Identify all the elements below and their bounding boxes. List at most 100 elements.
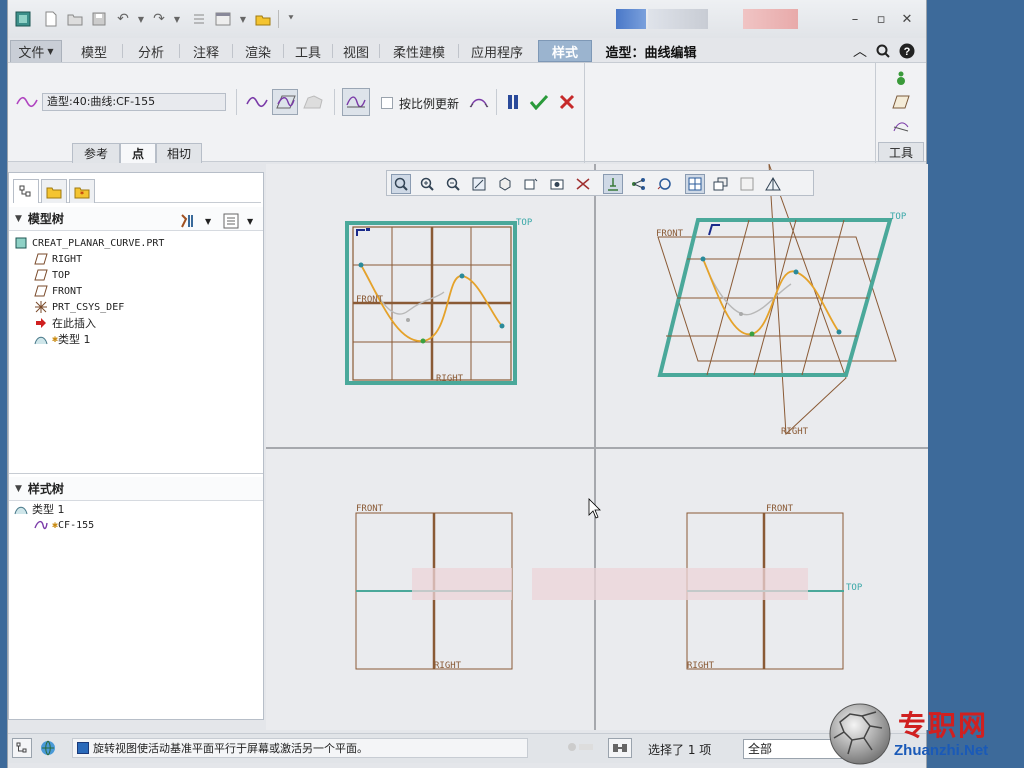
viewport-top-right[interactable]: TOP FRONT RIGHT	[656, 164, 907, 437]
tab-view[interactable]: 视图	[333, 40, 379, 62]
tree-item-style[interactable]: ✱ 类型 1	[33, 331, 91, 347]
pause-icon[interactable]	[500, 89, 526, 115]
collapse-triangle-icon[interactable]: ▼	[15, 214, 22, 224]
viewport-bottom-right[interactable]: FRONT TOP RIGHT	[532, 504, 863, 671]
tab-model[interactable]: 模型	[66, 40, 122, 62]
search-icon[interactable]	[874, 42, 892, 60]
show-dropdown-icon[interactable]: ▼	[247, 211, 253, 231]
style-tree-item-style[interactable]: 类型 1	[13, 501, 65, 517]
shade-icon[interactable]	[892, 69, 910, 87]
surface-tool-icon[interactable]	[892, 117, 910, 135]
display-style-icon[interactable]	[547, 174, 567, 194]
tab-annotate[interactable]: 注释	[180, 40, 232, 62]
tree-settings-icon[interactable]	[179, 211, 199, 231]
tree-item-part[interactable]: CREAT_PLANAR_CURVE.PRT	[13, 235, 164, 251]
panel-divider[interactable]	[9, 473, 263, 474]
minimize-icon[interactable]: –	[846, 10, 864, 28]
maximize-icon[interactable]: ▫	[872, 10, 890, 28]
collapse-ribbon-icon[interactable]: ︿	[851, 42, 869, 60]
graphics-window[interactable]: TOP FRONT RIGHT TOP FRONT RIGHT FRONT RI…	[266, 164, 928, 730]
tab-tools[interactable]: 工具	[284, 40, 332, 62]
tab-curve-edit[interactable]: 造型：曲线编辑	[596, 40, 706, 62]
style-tree-header[interactable]: ▼ 样式树	[9, 477, 263, 501]
tree-item-right[interactable]: RIGHT	[33, 251, 82, 267]
redo-icon[interactable]: ↷	[150, 10, 168, 28]
tab-render[interactable]: 渲染	[233, 40, 283, 62]
subtab-references[interactable]: 参考	[72, 143, 120, 163]
proportional-update-checkbox[interactable]	[381, 97, 393, 109]
graphics-toolbar	[386, 170, 814, 196]
point-display-icon[interactable]	[629, 174, 649, 194]
undo-icon[interactable]: ↶	[114, 10, 132, 28]
four-views-icon[interactable]	[685, 174, 705, 194]
close-window-icon[interactable]	[254, 10, 272, 28]
tree-item-csys[interactable]: PRT_CSYS_DEF	[33, 299, 124, 315]
help-icon[interactable]: ?	[898, 42, 916, 60]
customize-toolbar-icon[interactable]: ⯆	[282, 10, 300, 28]
smart-select-icon[interactable]	[608, 738, 632, 758]
subtab-tangency[interactable]: 相切	[156, 143, 202, 163]
edited-curve-iso[interactable]	[702, 258, 840, 335]
redo-dropdown-icon[interactable]: ▼	[168, 10, 186, 28]
plane-tool-icon[interactable]	[892, 93, 910, 111]
curve-options-icon[interactable]	[466, 89, 492, 115]
curvature-icon[interactable]	[342, 88, 370, 116]
app-logo-icon[interactable]	[14, 10, 32, 28]
active-plane-orientation-icon[interactable]	[603, 174, 623, 194]
tab-file[interactable]: 文件 ▼	[10, 40, 62, 62]
undo-dropdown-icon[interactable]: ▼	[132, 10, 150, 28]
new-file-icon[interactable]	[42, 10, 60, 28]
datum-plane-icon	[33, 268, 49, 282]
cos-curve-icon[interactable]	[300, 89, 326, 115]
tree-item-insert-here[interactable]: 在此插入	[33, 315, 96, 331]
tools-label[interactable]: 工具	[878, 142, 924, 162]
folder-browser-tab-icon[interactable]	[41, 179, 67, 203]
viewport-top-left[interactable]: TOP FRONT RIGHT	[345, 218, 533, 385]
accept-icon[interactable]	[526, 89, 552, 115]
view-manager-icon[interactable]	[521, 174, 541, 194]
windows-icon[interactable]	[214, 10, 232, 28]
zoom-out-icon[interactable]	[443, 174, 463, 194]
tree-item-label: RIGHT	[52, 253, 83, 265]
curve-name-field[interactable]: 造型:40:曲线:CF-155	[42, 93, 226, 111]
collapse-triangle-icon[interactable]: ▼	[15, 484, 22, 494]
plane-label-top: TOP	[890, 212, 907, 222]
curve-visibility-icon[interactable]	[763, 174, 783, 194]
cancel-icon[interactable]	[554, 89, 580, 115]
browser-toggle-icon[interactable]	[38, 738, 58, 758]
model-tree-toggle-icon[interactable]	[12, 738, 32, 758]
zoom-in-icon[interactable]	[417, 174, 437, 194]
open-folder-icon[interactable]	[66, 10, 84, 28]
view-orientation-icon[interactable]	[711, 174, 731, 194]
tab-label: 样式	[551, 45, 578, 61]
tab-flexible-modeling[interactable]: 柔性建模	[380, 40, 458, 62]
datum-display-icon[interactable]	[573, 174, 593, 194]
model-tree-title: 模型树	[27, 212, 64, 226]
grid-display-icon[interactable]	[737, 174, 757, 194]
tree-settings-dropdown-icon[interactable]: ▼	[205, 211, 211, 231]
viewport-bottom-left[interactable]: FRONT RIGHT	[355, 504, 513, 671]
tab-style[interactable]: 样式	[538, 40, 592, 62]
tab-analysis[interactable]: 分析	[123, 40, 179, 62]
spin-center-icon[interactable]	[655, 174, 675, 194]
planar-curve-icon[interactable]	[272, 89, 298, 115]
tab-applications[interactable]: 应用程序	[459, 40, 535, 62]
regenerate-icon[interactable]	[190, 10, 208, 28]
watermark-url: Zhuanzhi.Net	[894, 742, 989, 759]
navigator-tabs: *	[13, 179, 261, 203]
style-tree-item-curve[interactable]: ✱ CF-155	[33, 517, 94, 533]
refit-icon[interactable]	[391, 174, 411, 194]
show-icon[interactable]	[223, 211, 241, 231]
watermark-text: 专职网	[898, 709, 989, 742]
close-icon[interactable]: ✕	[898, 10, 916, 28]
save-icon[interactable]	[90, 10, 108, 28]
saved-orientations-icon[interactable]	[495, 174, 515, 194]
tree-item-top[interactable]: TOP	[33, 267, 70, 283]
windows-dropdown-icon[interactable]: ▼	[234, 10, 252, 28]
favorites-tab-icon[interactable]: *	[69, 179, 95, 203]
model-tree-tab-icon[interactable]	[13, 179, 39, 203]
free-curve-icon[interactable]	[244, 89, 270, 115]
subtab-points[interactable]: 点	[120, 143, 156, 163]
repaint-icon[interactable]	[469, 174, 489, 194]
tree-item-front[interactable]: FRONT	[33, 283, 82, 299]
